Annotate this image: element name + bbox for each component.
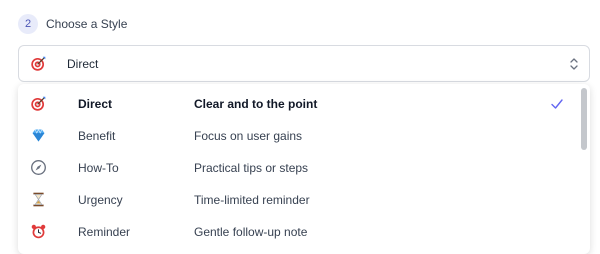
option-direct[interactable]: Direct Clear and to the point (18, 88, 578, 120)
option-description: Practical tips or steps (194, 161, 309, 175)
option-name: Urgency (78, 193, 123, 207)
scrollbar-thumb[interactable] (581, 88, 587, 150)
option-name: How-To (78, 161, 119, 175)
step-number-badge: 2 (18, 14, 38, 34)
step-title: Choose a Style (46, 17, 128, 31)
alarm-clock-icon (31, 224, 46, 239)
dart-target-icon (31, 56, 46, 71)
option-description: Gentle follow-up note (194, 225, 308, 239)
option-name: Reminder (78, 225, 131, 239)
chevron-up-down-icon (570, 58, 578, 70)
option-reminder[interactable]: Reminder Gentle follow-up note (18, 216, 578, 248)
option-name: Direct (78, 97, 113, 111)
check-icon (551, 99, 563, 109)
style-select[interactable]: Direct (18, 45, 590, 82)
option-description: Time-limited reminder (194, 193, 310, 207)
option-urgency[interactable]: Urgency Time-limited reminder (18, 184, 578, 216)
compass-icon (31, 160, 46, 175)
selected-style-label: Direct (67, 56, 99, 71)
option-how-to[interactable]: How-To Practical tips or steps (18, 152, 578, 184)
hourglass-icon (33, 192, 44, 207)
style-dropdown-menu: Direct Clear and to the point Benefit Fo… (18, 84, 590, 254)
option-benefit[interactable]: Benefit Focus on user gains (18, 120, 578, 152)
option-description: Clear and to the point (194, 97, 318, 111)
step-heading: 2 Choose a Style (18, 14, 127, 34)
option-name: Benefit (78, 129, 116, 143)
option-description: Focus on user gains (194, 129, 303, 143)
dropdown-scrollbar[interactable] (581, 88, 587, 252)
dart-target-icon (31, 96, 46, 111)
gem-icon (32, 128, 45, 142)
